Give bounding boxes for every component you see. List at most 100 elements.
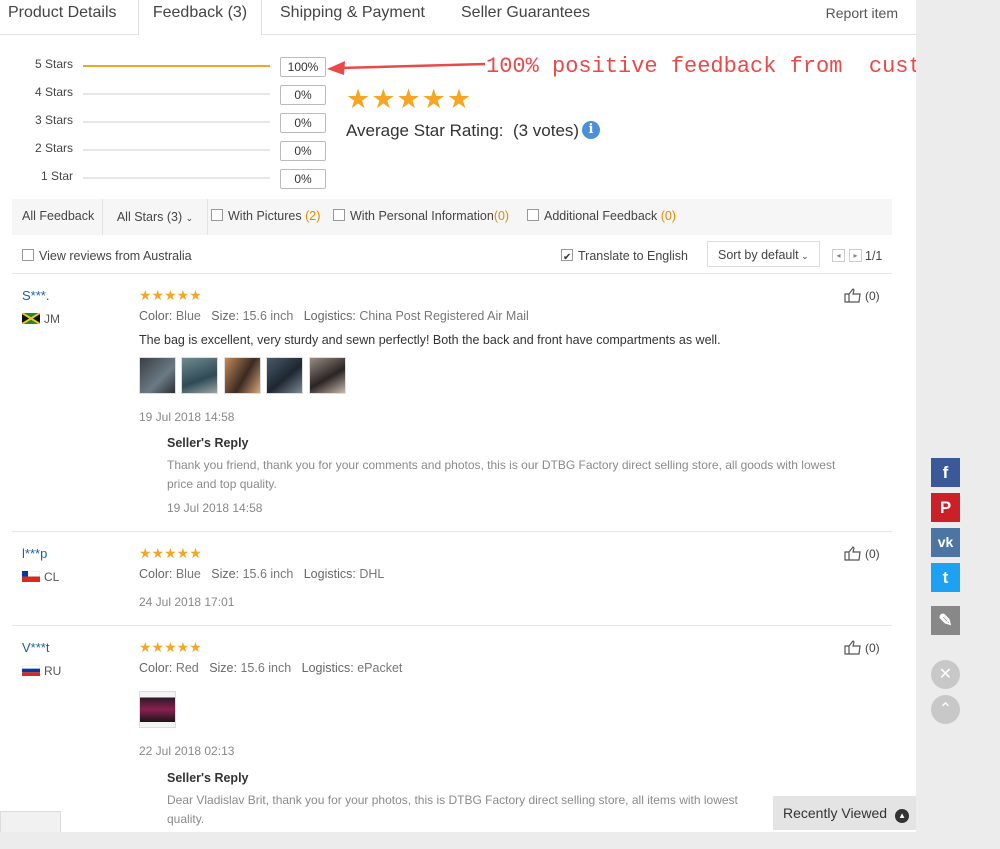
checkbox[interactable] bbox=[211, 209, 223, 221]
prev-page-icon[interactable]: ◂ bbox=[832, 249, 845, 262]
facebook-icon[interactable]: f bbox=[931, 458, 960, 487]
chevron-down-icon: ⌄ bbox=[185, 213, 194, 223]
color-value: Red bbox=[175, 661, 199, 675]
sort-dropdown[interactable]: Sort by default ⌄ bbox=[707, 241, 820, 267]
rating-bar-fill bbox=[83, 65, 270, 67]
feedback-panel: Product Details Feedback (3) Shipping & … bbox=[0, 0, 916, 832]
color-label: Color: bbox=[139, 567, 173, 581]
with-personal-label: With Personal Information bbox=[350, 209, 494, 223]
rating-label: 2 Stars bbox=[34, 141, 73, 155]
seller-reply-line: price and top quality. bbox=[167, 477, 277, 491]
twitter-icon[interactable]: t bbox=[931, 563, 960, 592]
edit-icon[interactable]: ✎ bbox=[931, 606, 960, 635]
all-stars-dropdown[interactable]: All Stars (3) ⌄ bbox=[102, 199, 208, 235]
size-label: Size: bbox=[209, 661, 237, 675]
like-count: (0) bbox=[865, 547, 880, 561]
view-australia-option[interactable]: View reviews from Australia bbox=[22, 249, 192, 263]
seller-reply-date: 19 Jul 2018 14:58 bbox=[167, 501, 263, 515]
rating-row-5[interactable]: 5 Stars 100% bbox=[0, 55, 330, 79]
flag-ru-icon bbox=[22, 665, 40, 676]
tab-shipping-payment[interactable]: Shipping & Payment bbox=[280, 0, 425, 34]
additional-feedback-filter[interactable]: Additional Feedback (0) bbox=[527, 209, 676, 223]
rating-bar bbox=[83, 65, 270, 67]
like-button[interactable]: (0) bbox=[844, 288, 880, 303]
checkbox[interactable] bbox=[22, 249, 34, 261]
review-photo[interactable] bbox=[266, 357, 304, 394]
country-code: RU bbox=[44, 664, 62, 678]
review-stars: ★★★★★ bbox=[139, 639, 202, 655]
rating-percent: 0% bbox=[280, 169, 326, 189]
average-rating-text: Average Star Rating: (3 votes) bbox=[346, 121, 579, 141]
review-date: 22 Jul 2018 02:13 bbox=[139, 744, 235, 758]
all-stars-label: All Stars (3) bbox=[116, 210, 183, 224]
vk-icon[interactable]: vk bbox=[931, 528, 960, 557]
tab-product-details[interactable]: Product Details bbox=[8, 0, 117, 34]
next-page-icon[interactable]: ▸ bbox=[849, 249, 862, 262]
seller-reply-line: Thank you friend, thank you for your com… bbox=[167, 458, 836, 472]
logistics-label: Logistics: bbox=[301, 661, 354, 675]
rating-row-1[interactable]: 1 Star 0% bbox=[0, 167, 330, 191]
country-code: JM bbox=[44, 312, 60, 326]
seller-reply-line: Dear Vladislav Brit, thank you for your … bbox=[167, 793, 738, 807]
review-meta: Color: Red Size: 15.6 inch Logistics: eP… bbox=[139, 661, 402, 675]
translate-option[interactable]: Translate to English bbox=[561, 249, 688, 263]
review-photos bbox=[139, 357, 347, 399]
rating-row-3[interactable]: 3 Stars 0% bbox=[0, 111, 330, 135]
checkbox[interactable] bbox=[527, 209, 539, 221]
reviewer-name[interactable]: V***t bbox=[22, 640, 49, 655]
with-personal-info-filter[interactable]: With Personal Information(0) bbox=[333, 209, 509, 223]
size-value: 15.6 inch bbox=[240, 661, 292, 675]
review-stars: ★★★★★ bbox=[139, 545, 202, 561]
close-icon[interactable]: ✕ bbox=[931, 660, 960, 689]
country-code: CL bbox=[44, 570, 60, 584]
rating-percent: 0% bbox=[280, 141, 326, 161]
back-to-top-icon[interactable]: ⌃ bbox=[931, 695, 960, 724]
thumbs-up-icon bbox=[844, 546, 861, 561]
review-photos bbox=[139, 691, 177, 733]
flag-jm-icon bbox=[22, 313, 40, 324]
rating-label: 3 Stars bbox=[34, 113, 73, 127]
options-row: View reviews from Australia Translate to… bbox=[0, 240, 900, 272]
average-stars: ★★★★★ bbox=[346, 84, 473, 114]
divider bbox=[12, 625, 892, 626]
with-pictures-filter[interactable]: With Pictures (2) bbox=[211, 209, 320, 223]
annotation-text: 100% positive feedback from customer bbox=[486, 54, 916, 79]
bottom-tab[interactable] bbox=[0, 811, 61, 832]
sort-label: Sort by default bbox=[718, 248, 799, 262]
like-button[interactable]: (0) bbox=[844, 640, 880, 655]
tab-bar: Product Details Feedback (3) Shipping & … bbox=[0, 0, 916, 35]
recently-viewed-bar[interactable]: Recently Viewed ▲ bbox=[773, 796, 916, 830]
size-label: Size: bbox=[211, 567, 240, 581]
annotation-arrow bbox=[327, 61, 486, 75]
reviewer-name[interactable]: S***. bbox=[22, 288, 49, 303]
color-value: Blue bbox=[175, 567, 201, 581]
tab-feedback[interactable]: Feedback (3) bbox=[138, 0, 262, 35]
checkbox-checked[interactable] bbox=[561, 249, 573, 261]
tab-seller-guarantees[interactable]: Seller Guarantees bbox=[461, 0, 590, 34]
page-indicator: 1/1 bbox=[865, 249, 883, 263]
info-icon[interactable]: i bbox=[582, 121, 600, 139]
like-button[interactable]: (0) bbox=[844, 546, 880, 561]
additional-count: (0) bbox=[660, 209, 677, 223]
reviewer-name[interactable]: l***p bbox=[22, 546, 47, 561]
with-personal-count: (0) bbox=[493, 209, 510, 223]
translate-label: Translate to English bbox=[578, 249, 689, 263]
review-photo[interactable] bbox=[223, 357, 261, 394]
checkbox[interactable] bbox=[333, 209, 345, 221]
review-photo[interactable] bbox=[308, 357, 346, 394]
rating-bar bbox=[83, 121, 270, 123]
chevron-down-icon: ⌄ bbox=[798, 251, 809, 261]
flag-cl-icon bbox=[22, 571, 40, 582]
rating-row-2[interactable]: 2 Stars 0% bbox=[0, 139, 330, 163]
rating-percent: 100% bbox=[280, 57, 326, 77]
review-photo[interactable] bbox=[181, 357, 219, 394]
review-photo[interactable] bbox=[139, 691, 176, 728]
report-item-link[interactable]: Report item bbox=[826, 0, 898, 26]
pinterest-icon[interactable]: P bbox=[931, 493, 960, 522]
all-feedback-filter[interactable]: All Feedback bbox=[22, 209, 94, 223]
rating-bar bbox=[83, 177, 270, 179]
review-photo[interactable] bbox=[139, 357, 176, 394]
rating-row-4[interactable]: 4 Stars 0% bbox=[0, 83, 330, 107]
review-meta: Color: Blue Size: 15.6 inch Logistics: C… bbox=[139, 309, 529, 323]
reviewer-country: RU bbox=[22, 664, 61, 678]
